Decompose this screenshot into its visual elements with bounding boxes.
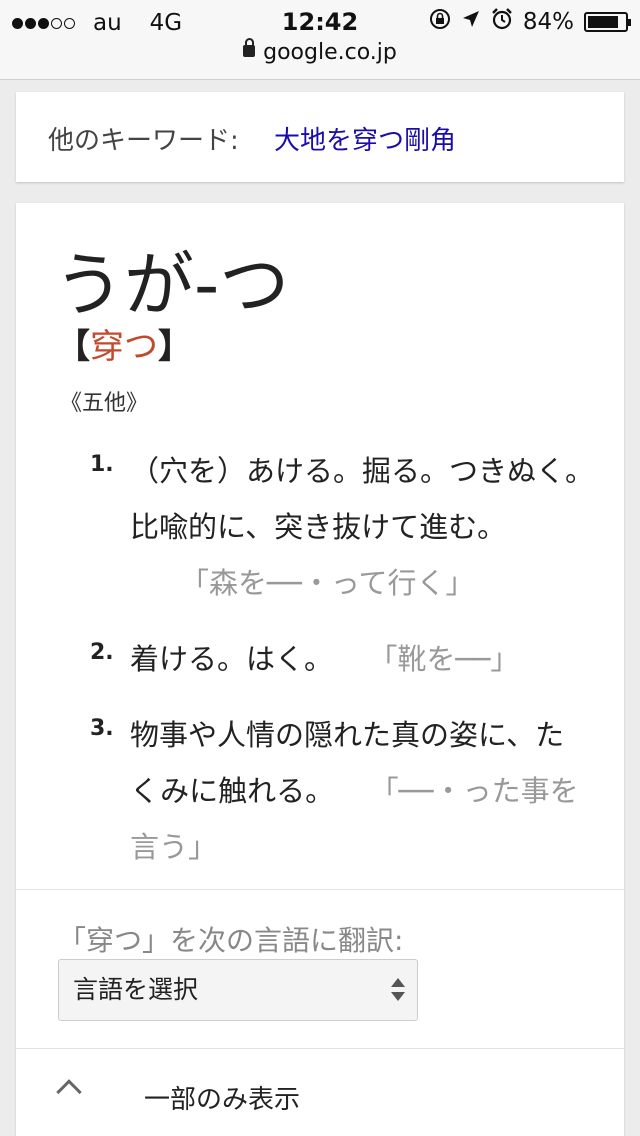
divider (16, 889, 624, 890)
definition-text: 着ける。はく。 (130, 642, 334, 676)
status-bar: au 4G 12:42 84% google.co.jp (0, 0, 640, 80)
headword: うが-つ (54, 244, 290, 326)
language-select-value: 言語を選択 (73, 975, 199, 1004)
definition-list: 1. （穴を）あける。掘る。つきぬく。比喩的に、突き抜けて進む。「森を──・って… (84, 443, 594, 895)
alarm-icon (491, 8, 513, 36)
battery-icon (584, 12, 631, 32)
select-arrows-icon (391, 978, 405, 1004)
part-of-speech: 《五他》 (60, 391, 149, 416)
definition-item: 3. 物事や人情の隠れた真の姿に、たくみに触れる。 「──・った事を言う」 (84, 707, 594, 875)
language-select[interactable]: 言語を選択 (58, 959, 418, 1021)
bracket-close: 】 (158, 327, 192, 367)
keyword-link[interactable]: 大地を穿つ剛角 (274, 120, 456, 157)
other-keywords-label: 他のキーワード: (48, 126, 239, 156)
chevron-up-icon (56, 1079, 82, 1105)
rotation-lock-icon (429, 8, 451, 36)
definition-item: 1. （穴を）あける。掘る。つきぬく。比喩的に、突き抜けて進む。「森を──・って… (84, 443, 594, 611)
definition-example: 「森を──・って行く」 (180, 566, 475, 600)
show-less-button[interactable]: 一部のみ表示 (16, 1049, 624, 1136)
definition-number: 2. (90, 640, 114, 665)
lock-icon (243, 38, 256, 57)
bracket-open: 【 (56, 327, 90, 367)
url-text: google.co.jp (263, 40, 397, 65)
definition-number: 3. (90, 716, 114, 741)
show-less-label: 一部のみ表示 (144, 1085, 301, 1115)
dictionary-card: うが-つ 【穿つ】 《五他》 1. （穴を）あける。掘る。つきぬく。比喩的に、突… (16, 203, 624, 1136)
definition-example: 「靴を──」 (383, 642, 520, 676)
definition-item: 2. 着ける。はく。 「靴を──」 (84, 631, 594, 687)
definition-number: 1. (90, 452, 114, 477)
definition-text: （穴を）あける。掘る。つきぬく。比喩的に、突き抜けて進む。 (130, 454, 595, 544)
kanji-text: 穿つ (90, 327, 158, 367)
other-keywords-card: 他のキーワード: 大地を穿つ剛角 (16, 92, 624, 182)
kanji-notation: 【穿つ】 (56, 319, 192, 368)
battery-percent: 84% (522, 9, 574, 35)
translate-label: 「穿つ」を次の言語に翻訳: (58, 924, 404, 957)
address-bar[interactable]: google.co.jp (0, 38, 640, 65)
location-arrow-icon (461, 9, 481, 35)
